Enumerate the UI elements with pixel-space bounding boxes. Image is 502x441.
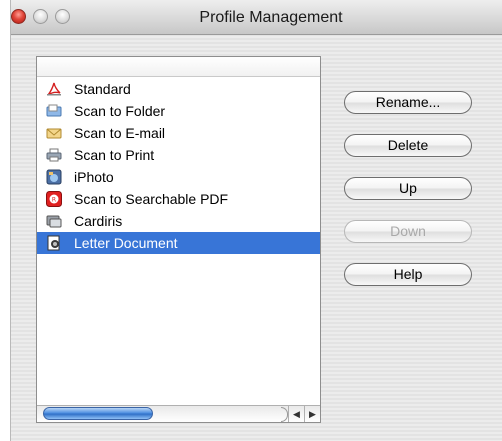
scrollbar-track-end (281, 407, 288, 422)
pdf-acrobat-icon (46, 81, 62, 97)
searchable-pdf-icon: R (46, 191, 62, 207)
list-header (37, 57, 320, 77)
window-title: Profile Management (199, 9, 343, 26)
profile-management-window: Profile Management Standard Scan to Fold… (10, 0, 502, 441)
up-button[interactable]: Up (344, 177, 472, 200)
list-item-label: Scan to Print (74, 147, 155, 163)
list-item-scan-to-folder[interactable]: Scan to Folder (37, 100, 320, 122)
horizontal-scrollbar[interactable]: ◀ ▶ (37, 405, 320, 422)
iphoto-icon (46, 169, 62, 185)
delete-button[interactable]: Delete (344, 134, 472, 157)
list-item-label: Scan to Searchable PDF (74, 191, 229, 207)
svg-text:R: R (52, 197, 56, 204)
list-item-scan-to-print[interactable]: Scan to Print (37, 144, 320, 166)
list-item-standard[interactable]: Standard (37, 78, 320, 100)
list-item-label: Scan to E-mail (74, 125, 166, 141)
list-item-label: Scan to Folder (74, 103, 166, 119)
email-icon (46, 125, 62, 141)
help-button[interactable]: Help (344, 263, 472, 286)
list-item-label: Letter Document (74, 235, 178, 251)
zoom-window-button[interactable] (55, 9, 70, 24)
list-item-cardiris[interactable]: Cardiris (37, 210, 320, 232)
scroll-left-arrow-icon[interactable]: ◀ (288, 406, 304, 422)
cardiris-icon (46, 213, 62, 229)
list-item-label: iPhoto (74, 169, 114, 185)
scroll-right-arrow-icon[interactable]: ▶ (304, 406, 320, 422)
close-window-button[interactable] (11, 9, 26, 24)
rename-button[interactable]: Rename... (344, 91, 472, 114)
list-item-label: Cardiris (74, 213, 123, 229)
scrollbar-thumb[interactable] (43, 407, 153, 420)
down-button[interactable]: Down (344, 220, 472, 243)
profile-list[interactable]: Standard Scan to Folder Scan to E-mail S… (36, 56, 321, 423)
list-item-iphoto[interactable]: iPhoto (37, 166, 320, 188)
list-item-letter-document[interactable]: Letter Document (37, 232, 320, 254)
list-item-label: Standard (74, 81, 131, 97)
folder-scan-icon (46, 103, 62, 119)
list-item-scan-to-searchable-pdf[interactable]: R Scan to Searchable PDF (37, 188, 320, 210)
list-item-scan-to-email[interactable]: Scan to E-mail (37, 122, 320, 144)
printer-icon (46, 147, 62, 163)
letter-document-icon (46, 235, 62, 251)
minimize-window-button[interactable] (33, 9, 48, 24)
title-bar: Profile Management (11, 0, 502, 35)
